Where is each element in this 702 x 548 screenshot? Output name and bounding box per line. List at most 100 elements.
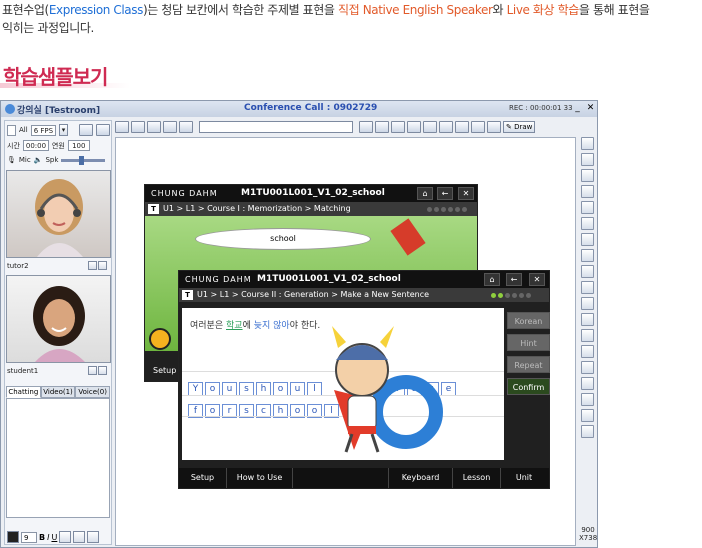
chat-log[interactable]: [6, 398, 110, 518]
italic-button[interactable]: I: [47, 533, 49, 542]
group-icon[interactable]: [96, 124, 111, 136]
hint-button[interactable]: Hint: [507, 334, 550, 351]
page-icon[interactable]: [391, 121, 405, 133]
save-icon[interactable]: [580, 185, 594, 198]
new-page-icon[interactable]: [580, 169, 594, 182]
letter-tile[interactable]: u: [290, 382, 305, 396]
all-checkbox[interactable]: [7, 124, 16, 136]
time-field[interactable]: 00:00: [22, 140, 49, 151]
back-setup-button[interactable]: Setup: [153, 366, 176, 375]
pencil-icon: ✎: [506, 123, 512, 131]
underline-button[interactable]: U: [51, 533, 57, 542]
highlighter-icon[interactable]: [580, 233, 594, 246]
forward-icon[interactable]: [179, 121, 193, 133]
lesson-button[interactable]: Lesson: [453, 468, 501, 488]
korean-button[interactable]: Korean: [507, 312, 550, 329]
letter-tile[interactable]: s: [239, 382, 254, 396]
image-icon[interactable]: [407, 121, 421, 133]
users-icon[interactable]: [79, 124, 94, 136]
hangul-icon[interactable]: [487, 121, 501, 133]
color-picker-icon[interactable]: [580, 409, 594, 422]
whiteboard-canvas[interactable]: CHUNG DAHM M1TU001L001_V1_02_school ⌂ ← …: [115, 137, 576, 546]
letter-tile[interactable]: o: [205, 382, 220, 396]
save-chat-icon[interactable]: [73, 531, 86, 543]
text-color-icon[interactable]: [7, 531, 19, 543]
letter-tile[interactable]: Y: [188, 382, 203, 396]
chat-tabs: Chatting Video(1) Voice(0): [6, 386, 111, 398]
home-icon[interactable]: [147, 121, 161, 133]
board-icon[interactable]: [439, 121, 453, 133]
open-icon[interactable]: [375, 121, 389, 133]
tab-video[interactable]: Video(1): [40, 386, 76, 398]
letter-tile[interactable]: u: [222, 382, 237, 396]
tutor-settings-icon[interactable]: [88, 261, 97, 270]
letter-tile[interactable]: h: [256, 382, 271, 396]
back-icon[interactable]: [163, 121, 177, 133]
canvas-size: 900 X738: [579, 526, 598, 542]
hline-icon[interactable]: [580, 265, 594, 278]
volume-slider[interactable]: [61, 155, 106, 165]
won-field[interactable]: 100: [67, 140, 90, 151]
setup-button[interactable]: Setup: [179, 468, 227, 488]
url-input[interactable]: [199, 121, 353, 133]
front-close-icon[interactable]: ✕: [529, 273, 545, 286]
bold-button[interactable]: B: [39, 533, 45, 542]
student-user-icon[interactable]: [98, 366, 107, 375]
go-icon[interactable]: [359, 121, 373, 133]
minimize-button[interactable]: _: [572, 103, 583, 114]
smile-icon[interactable]: [580, 361, 594, 374]
layout-icon[interactable]: [131, 121, 145, 133]
tutor-label: tutor2: [7, 262, 29, 270]
front-home-icon[interactable]: ⌂: [484, 273, 500, 286]
fps-select[interactable]: 6 FPS: [30, 124, 57, 136]
link-icon[interactable]: [423, 121, 437, 133]
window-icon[interactable]: [115, 121, 129, 133]
font-size-select[interactable]: 9: [21, 531, 37, 543]
rec-timer: REC : 00:00:01 33: [509, 104, 573, 112]
letter-tile[interactable]: o: [273, 382, 288, 396]
brush-icon[interactable]: [580, 393, 594, 406]
line-icon[interactable]: [580, 249, 594, 262]
back-home-icon[interactable]: ⌂: [417, 187, 433, 200]
student-settings-icon[interactable]: [88, 366, 97, 375]
check-icon[interactable]: [580, 345, 594, 358]
confirm-button[interactable]: Confirm: [507, 378, 550, 395]
won-label: 연원: [51, 141, 65, 150]
front-return-icon[interactable]: ←: [506, 273, 522, 286]
folder-icon[interactable]: [580, 153, 594, 166]
rect-fill-icon[interactable]: [580, 297, 594, 310]
main-toolbar: ✎ Draw: [115, 120, 596, 134]
eraser-icon[interactable]: [580, 377, 594, 390]
how-to-use-button[interactable]: How to Use: [227, 468, 293, 488]
fps-row: All 6 FPS ▾: [7, 124, 111, 136]
tutor-user-icon[interactable]: [98, 261, 107, 270]
conference-call: Conference Call : 0902729: [244, 103, 378, 113]
send-icon[interactable]: [87, 531, 100, 543]
pen-icon[interactable]: [580, 217, 594, 230]
back-lesson-code: M1TU001L001_V1_02_school: [241, 188, 385, 198]
unit-button[interactable]: Unit: [501, 468, 547, 488]
keyboard-button[interactable]: Keyboard: [389, 468, 453, 488]
tab-voice[interactable]: Voice(0): [75, 386, 111, 398]
tab-chatting[interactable]: Chatting: [6, 386, 41, 398]
fps-dropdown-icon[interactable]: ▾: [59, 124, 69, 136]
text-tool-icon[interactable]: [580, 201, 594, 214]
line-width-icon[interactable]: [580, 425, 594, 438]
back-prev-icon[interactable]: [149, 328, 171, 350]
hammer-icon: [390, 218, 426, 256]
repeat-button[interactable]: Repeat: [507, 356, 550, 373]
monitor-icon[interactable]: [471, 121, 485, 133]
lesson-footer: Setup How to Use Keyboard Lesson Unit: [179, 468, 549, 488]
emoticon-icon[interactable]: [59, 531, 72, 543]
back-close-icon[interactable]: ✕: [458, 187, 474, 200]
close-button[interactable]: ✕: [585, 103, 596, 114]
screen-share-icon[interactable]: [455, 121, 469, 133]
mic-label: Mic: [18, 156, 31, 164]
back-breadcrumb: T U1 > L1 > Course I : Memorization > Ma…: [145, 202, 477, 216]
rect-outline-icon[interactable]: [580, 281, 594, 294]
back-return-icon[interactable]: ←: [437, 187, 453, 200]
circle-fill-icon[interactable]: [580, 329, 594, 342]
circle-outline-icon[interactable]: [580, 313, 594, 326]
draw-button[interactable]: ✎ Draw: [503, 121, 536, 133]
capture-icon[interactable]: [580, 137, 594, 150]
